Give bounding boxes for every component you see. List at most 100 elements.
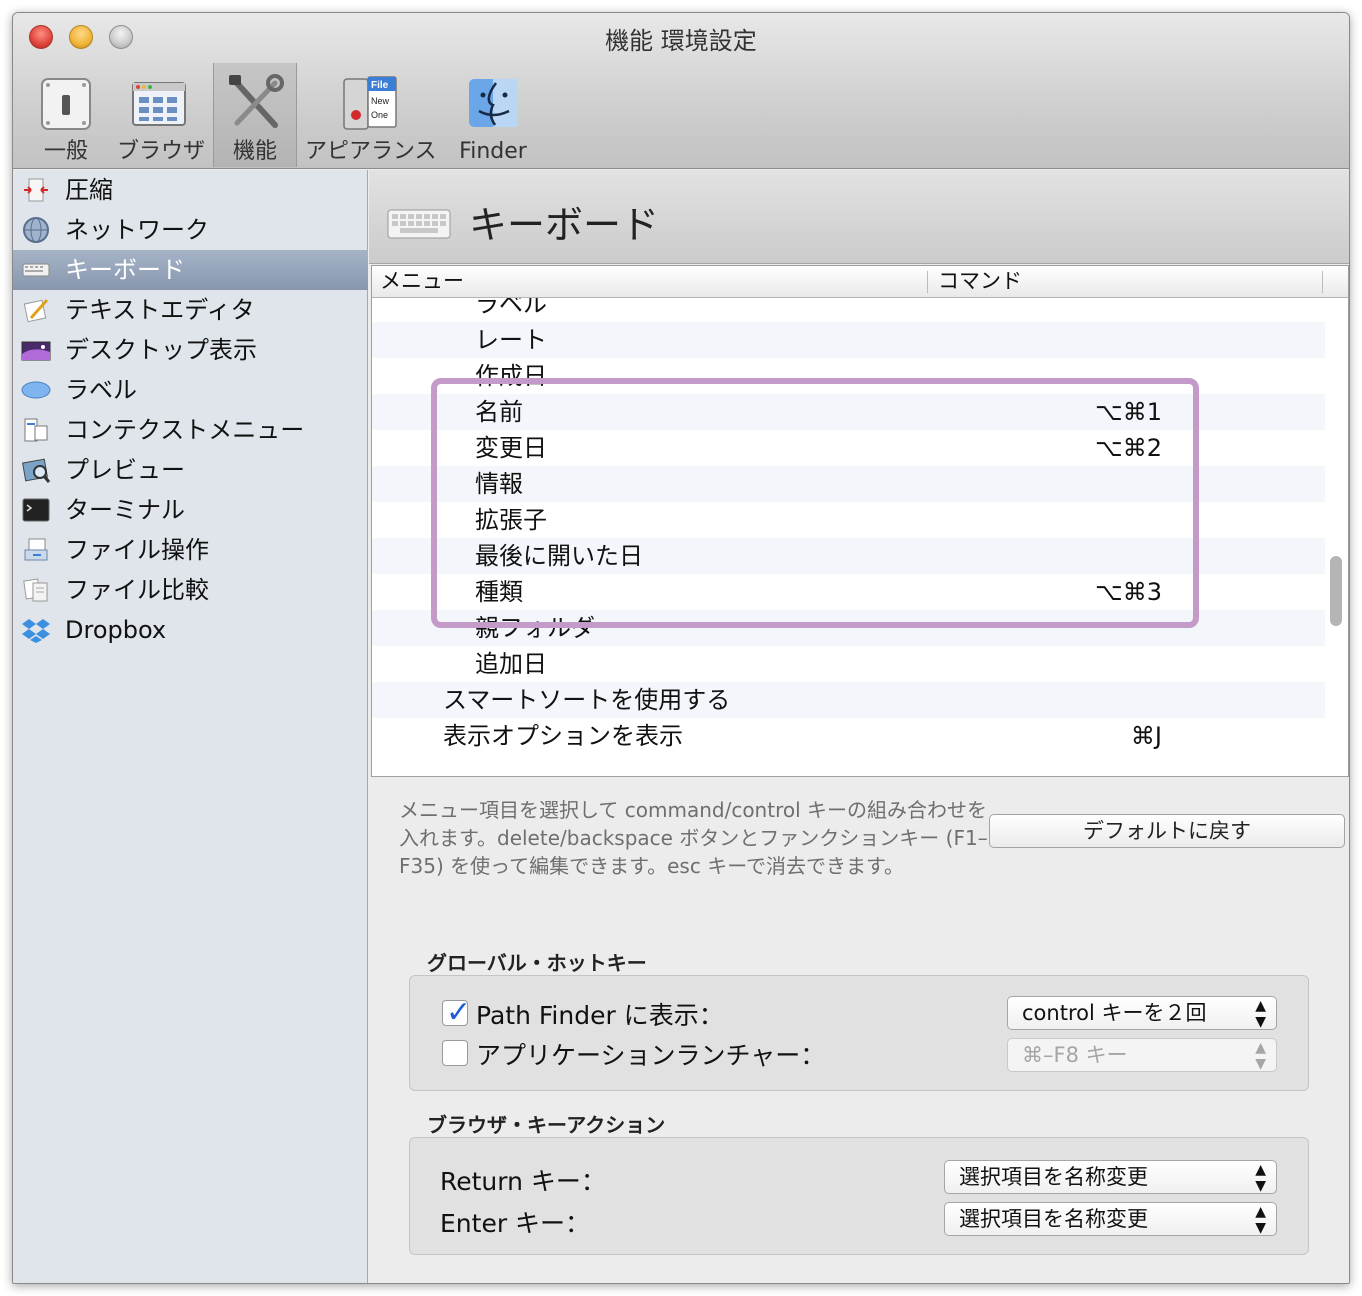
row-menu-name: 表示オプションを表示 — [443, 722, 683, 750]
table-row[interactable]: 情報 — [372, 466, 1325, 502]
table-scrollbar[interactable] — [1330, 556, 1342, 626]
row-menu-name: 最後に開いた日 — [475, 542, 643, 570]
launcher-checkbox[interactable] — [442, 1040, 468, 1066]
sidebar-item-label: キーボード — [65, 256, 185, 284]
toolbar-label: ブラウザ — [117, 139, 206, 164]
appearance-icon: File New One — [343, 76, 397, 130]
table-row[interactable]: 種類 ⌥⌘3 — [372, 574, 1325, 610]
row-menu-name: 名前 — [475, 398, 523, 426]
launcher-hotkey-popup[interactable]: ⌘–F8 キー ▲ ▼ — [1007, 1038, 1277, 1072]
main-panel: キーボード メニュー コマンド ラベル レート 作成日 名前 ⌥⌘1 変更日 ⌥⌘2… — [369, 170, 1349, 1283]
popup-arrows-icon: ▲ ▼ — [1255, 1040, 1266, 1072]
enter-key-popup[interactable]: 選択項目を名称変更 ▲ ▼ — [944, 1202, 1277, 1236]
toolbar: 機能 環境設定 一般 ブラウザ 機能 File New One アピアランス F… — [13, 13, 1349, 169]
sidebar-item-label: 圧縮 — [65, 176, 113, 204]
table-row[interactable]: 最後に開いた日 — [372, 538, 1325, 574]
enter-key-label: Enter キー： — [440, 1209, 591, 1238]
sidebar-item-label: ネットワーク — [65, 216, 209, 244]
sidebar-item-file-compare[interactable]: ファイル比較 — [13, 570, 368, 610]
row-shortcut: ⌘J — [1130, 722, 1162, 750]
sidebar-item-terminal[interactable]: ターミナル — [13, 490, 368, 530]
checkmark-icon: ✓ — [446, 995, 472, 1030]
column-divider — [1322, 271, 1323, 293]
table-header: メニュー コマンド — [372, 266, 1348, 298]
path-finder-label: Path Finder に表示： — [476, 1001, 724, 1030]
toolbar-label: 機能 — [232, 139, 277, 164]
popup-value: control キーを２回 — [1022, 1001, 1207, 1025]
table-row[interactable]: 拡張子 — [372, 502, 1325, 538]
context-menu-icon — [24, 418, 48, 442]
sidebar: 圧縮 ネットワーク キーボード テキストエディタ デスクトップ表示 ラベル コン… — [13, 170, 368, 1283]
sidebar-item-keyboard[interactable]: キーボード — [13, 250, 368, 290]
sidebar-item-dropbox[interactable]: Dropbox — [13, 610, 368, 650]
toolbar-browser[interactable]: ブラウザ — [117, 63, 206, 167]
label-icon — [21, 381, 51, 399]
column-header-command[interactable]: コマンド — [938, 266, 1022, 296]
table-row[interactable]: 表示オプションを表示 ⌘J — [372, 718, 1325, 754]
terminal-icon — [22, 498, 50, 522]
row-menu-name: 変更日 — [475, 434, 547, 462]
table-row[interactable]: スマートソートを使用する — [372, 682, 1325, 718]
sidebar-item-label: コンテクストメニュー — [65, 416, 305, 444]
file-compare-icon — [23, 578, 48, 602]
sidebar-item-label: ファイル比較 — [65, 576, 209, 604]
popup-value: 選択項目を名称変更 — [959, 1207, 1148, 1231]
appearance-badge-one: One — [371, 110, 388, 120]
toolbar-label: 一般 — [43, 139, 88, 164]
toolbar-general[interactable]: 一般 — [27, 63, 105, 167]
sidebar-item-label: デスクトップ表示 — [65, 336, 257, 364]
network-globe-icon — [23, 217, 49, 243]
popup-arrows-icon: ▲ ▼ — [1255, 1162, 1266, 1194]
sidebar-item-label: ターミナル — [65, 496, 185, 524]
sidebar-item-context-menu[interactable]: コンテクストメニュー — [13, 410, 368, 450]
path-finder-hotkey-popup[interactable]: control キーを２回 ▲ ▼ — [1007, 996, 1277, 1030]
appearance-badge-new: New — [371, 96, 390, 106]
popup-value: 選択項目を名称変更 — [959, 1165, 1148, 1189]
browser-window-icon — [132, 82, 186, 126]
preview-icon — [22, 458, 51, 483]
help-text: メニュー項目を選択して command/control キーの組み合わせを入れま… — [399, 798, 988, 878]
sidebar-item-desktop[interactable]: デスクトップ表示 — [13, 330, 368, 370]
keyboard-icon — [22, 263, 50, 277]
table-row[interactable]: 作成日 — [372, 358, 1325, 394]
sidebar-item-label-text: ラベル — [65, 376, 137, 404]
table-row[interactable]: 名前 ⌥⌘1 — [372, 394, 1325, 430]
row-menu-name: スマートソートを使用する — [443, 686, 731, 714]
sidebar-item-preview[interactable]: プレビュー — [13, 450, 368, 490]
table-row[interactable]: レート — [372, 322, 1325, 358]
toolbar-label: アピアランス — [305, 139, 437, 164]
sidebar-item-compress[interactable]: 圧縮 — [13, 170, 368, 210]
table-row[interactable]: 親フォルダ — [372, 610, 1325, 646]
sidebar-item-label[interactable]: ラベル — [13, 370, 368, 410]
window-title: 機能 環境設定 — [605, 27, 757, 55]
return-key-popup[interactable]: 選択項目を名称変更 ▲ ▼ — [944, 1160, 1277, 1194]
text-editor-icon — [23, 299, 49, 323]
row-shortcut: ⌥⌘2 — [1095, 434, 1162, 462]
sidebar-item-label: Dropbox — [65, 616, 167, 644]
panel-title: キーボード — [469, 203, 660, 247]
tools-icon — [229, 74, 284, 128]
toolbar-finder[interactable]: Finder — [453, 63, 533, 167]
column-header-menu[interactable]: メニュー — [380, 266, 464, 296]
popup-value: ⌘–F8 キー — [1022, 1043, 1128, 1067]
popup-arrows-icon: ▲ ▼ — [1255, 998, 1266, 1030]
path-finder-checkbox[interactable]: ✓ — [442, 995, 471, 1030]
switch-icon — [41, 78, 91, 130]
table-row[interactable]: ラベル — [372, 298, 1325, 322]
restore-defaults-button[interactable]: デフォルトに戻す — [989, 814, 1345, 848]
desktop-icon — [21, 341, 51, 361]
appearance-badge-file: File — [371, 80, 389, 91]
row-shortcut: ⌥⌘1 — [1095, 398, 1162, 426]
browser-key-action-title: ブラウザ・キーアクション — [427, 1113, 666, 1137]
launcher-label: アプリケーションランチャー： — [476, 1041, 826, 1070]
sidebar-item-text-editor[interactable]: テキストエディタ — [13, 290, 368, 330]
shortcut-table: メニュー コマンド ラベル レート 作成日 名前 ⌥⌘1 変更日 ⌥⌘2 情報 拡張… — [371, 265, 1349, 777]
table-row[interactable]: 追加日 — [372, 646, 1325, 682]
toolbar-appearance[interactable]: File New One アピアランス — [305, 63, 437, 167]
sidebar-item-file-operation[interactable]: ファイル操作 — [13, 530, 368, 570]
sidebar-item-network[interactable]: ネットワーク — [13, 210, 368, 250]
table-row[interactable]: 変更日 ⌥⌘2 — [372, 430, 1325, 466]
toolbar-features[interactable]: 機能 — [213, 63, 297, 167]
popup-arrows-icon: ▲ ▼ — [1255, 1204, 1266, 1236]
row-menu-name: 種類 — [475, 578, 523, 606]
